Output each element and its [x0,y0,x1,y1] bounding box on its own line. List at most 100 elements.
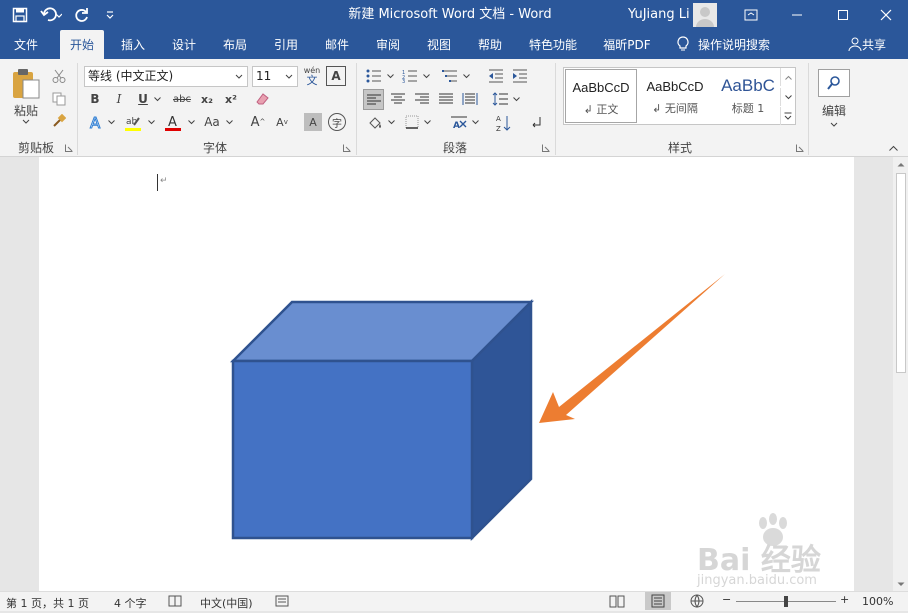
chinese-layout-button[interactable]: A [448,112,470,132]
subscript-button[interactable]: x₂ [198,89,216,109]
bullets-dropdown[interactable] [385,66,395,86]
italic-button[interactable]: I [110,89,128,109]
strikethrough-button[interactable]: abc [170,89,194,109]
text-effects-dropdown[interactable] [106,112,116,132]
tab-home[interactable]: 开始 [60,30,104,59]
font-size-field[interactable]: 11 [252,66,298,87]
enclose-characters-button[interactable]: 字 [328,113,346,131]
vertical-scrollbar[interactable] [893,157,908,591]
tab-special-features[interactable]: 特色功能 [524,30,582,59]
language[interactable]: 中文(中国) [200,595,253,611]
tab-mailings[interactable]: 邮件 [319,30,355,59]
close-button[interactable] [864,0,908,30]
page-count[interactable]: 第 1 页，共 1 页 [6,595,89,611]
tab-review[interactable]: 审阅 [370,30,406,59]
styles-scroll-down[interactable] [780,88,795,106]
shrink-font-button[interactable]: Av [272,112,292,132]
justify-button[interactable] [436,89,456,109]
bold-button[interactable]: B [86,89,104,109]
tab-insert[interactable]: 插入 [115,30,151,59]
underline-button[interactable]: U [134,89,152,109]
scroll-down-button[interactable] [895,579,906,589]
tab-help[interactable]: 帮助 [472,30,508,59]
font-launcher[interactable] [342,143,352,153]
save-button[interactable] [6,0,34,30]
zoom-out-button[interactable]: − [722,593,731,606]
scroll-thumb[interactable] [896,173,906,373]
paragraph-launcher[interactable] [541,143,551,153]
sort-button[interactable]: AZ [494,112,514,134]
align-center-button[interactable] [388,89,408,109]
bullets-button[interactable] [364,66,384,86]
align-left-button[interactable] [363,89,384,110]
minimize-button[interactable] [775,0,819,30]
tell-me-search[interactable]: 操作说明搜索 [676,30,786,59]
editing-button[interactable]: 编辑 [816,66,852,130]
style-heading-1[interactable]: AaBbC 标题 1 [712,69,784,123]
avatar[interactable] [693,3,717,27]
tab-references[interactable]: 引用 [268,30,304,59]
multilevel-list-button[interactable] [440,66,460,86]
multilevel-list-dropdown[interactable] [461,66,471,86]
styles-scroll-up[interactable] [780,68,795,86]
chinese-layout-dropdown[interactable] [470,112,480,132]
superscript-button[interactable]: x² [222,89,240,109]
style-normal[interactable]: AaBbCcD ↲ 正文 [565,69,637,123]
styles-more-button[interactable] [780,107,795,125]
show-marks-button[interactable] [526,112,546,132]
collapse-ribbon-button[interactable] [886,143,900,153]
align-right-button[interactable] [412,89,432,109]
change-case-button[interactable]: Aa [200,112,224,132]
decrease-indent-button[interactable] [486,66,506,86]
borders-button[interactable] [402,112,422,132]
proofing-icon[interactable] [168,595,182,610]
format-painter-button[interactable] [50,112,68,130]
zoom-in-button[interactable]: + [840,593,849,606]
phonetic-guide-button[interactable]: wén 文 [302,65,322,87]
style-no-spacing[interactable]: AaBbCcD ↲ 无间隔 [639,69,711,123]
text-effects-button[interactable]: A [86,112,106,132]
grow-font-button[interactable]: A ^ [248,112,268,132]
underline-dropdown[interactable] [152,89,162,109]
styles-launcher[interactable] [795,143,805,153]
copy-button[interactable] [50,90,68,108]
share-button[interactable]: 共享 [842,30,892,59]
font-color-dropdown[interactable] [186,112,196,132]
redo-button[interactable] [68,0,96,30]
document-page[interactable]: ↵ Bai 经验 jingyan.baidu.com [39,157,854,591]
zoom-slider-thumb[interactable] [784,596,788,607]
scroll-up-button[interactable] [895,159,906,169]
customize-qat-button[interactable] [96,0,124,30]
numbering-button[interactable]: 123 [400,66,420,86]
highlight-dropdown[interactable] [146,112,156,132]
shading-dropdown[interactable] [386,112,396,132]
increase-indent-button[interactable] [510,66,530,86]
read-mode-button[interactable] [609,594,625,611]
font-name-field[interactable]: 等线 (中文正文) [84,66,248,87]
maximize-button[interactable] [821,0,865,30]
clipboard-launcher[interactable] [64,143,74,153]
borders-dropdown[interactable] [422,112,432,132]
line-spacing-button[interactable] [490,89,510,109]
character-border-button[interactable]: A [326,66,346,86]
zoom-level[interactable]: 100% [862,595,893,608]
highlight-button[interactable]: ab [122,112,144,134]
numbering-dropdown[interactable] [421,66,431,86]
change-case-dropdown[interactable] [224,112,234,132]
line-spacing-dropdown[interactable] [511,89,521,109]
macro-icon[interactable] [275,595,289,610]
tab-view[interactable]: 视图 [421,30,457,59]
user-name[interactable]: YuJiang Li [628,0,690,30]
distributed-button[interactable] [460,89,480,109]
paste-button[interactable]: 粘贴 [8,65,44,127]
web-layout-button[interactable] [690,594,704,611]
word-count[interactable]: 4 个字 [114,595,147,611]
tab-design[interactable]: 设计 [166,30,202,59]
ribbon-display-options-button[interactable] [729,0,773,30]
character-shading-button[interactable]: A [304,113,322,131]
print-layout-button[interactable] [645,592,671,610]
shading-button[interactable] [364,112,386,134]
tab-file[interactable]: 文件 [6,30,46,59]
cut-button[interactable] [50,67,68,85]
tab-layout[interactable]: 布局 [217,30,253,59]
